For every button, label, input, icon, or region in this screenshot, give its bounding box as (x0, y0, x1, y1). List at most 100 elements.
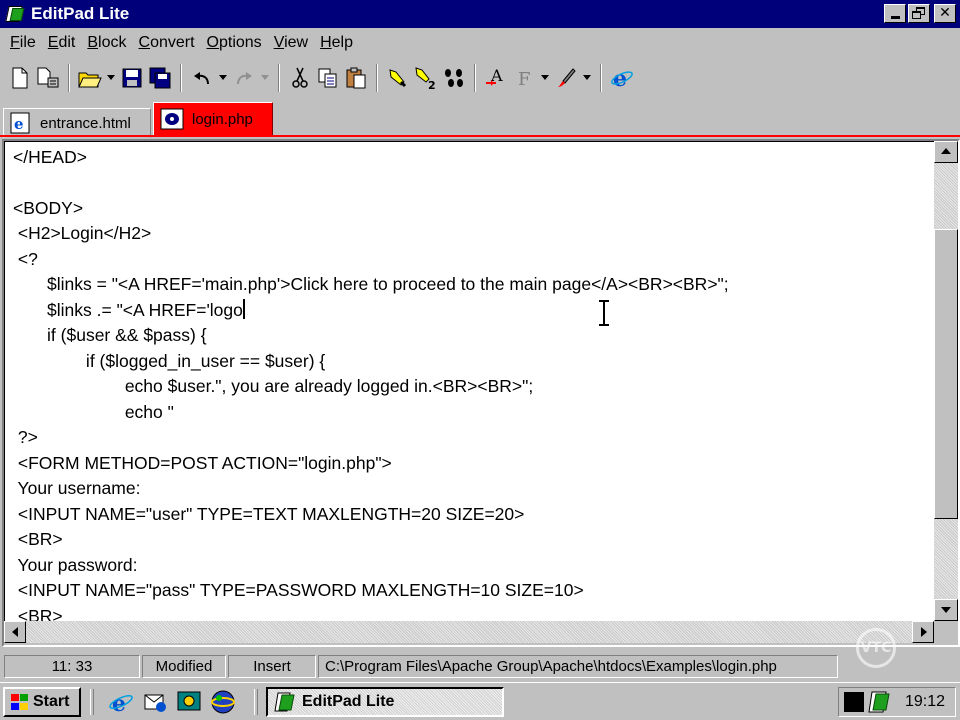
vertical-scrollbar[interactable] (934, 141, 958, 621)
paintbrush-icon (558, 68, 576, 87)
new-from-template-button[interactable] (34, 64, 62, 92)
insert-mode-indicator: Insert (228, 655, 316, 678)
scroll-right-button[interactable] (912, 621, 934, 643)
start-button[interactable]: Start (3, 687, 81, 717)
title-bar[interactable]: EditPad Lite ✕ (0, 0, 960, 28)
open-file-button[interactable] (76, 64, 104, 92)
code-line: <BR> (13, 529, 63, 549)
minimize-icon (891, 16, 900, 19)
undo-dropdown-button[interactable] (216, 64, 230, 92)
font-button[interactable]: F (510, 64, 538, 92)
code-editor[interactable]: </HEAD> <BODY> <H2>Login</H2> <? $links … (4, 141, 934, 621)
cut-button[interactable] (286, 64, 314, 92)
menu-convert[interactable]: Convert (133, 34, 201, 52)
code-line: </HEAD> (13, 147, 87, 167)
redo-button[interactable] (230, 64, 258, 92)
horizontal-scrollbar[interactable] (4, 621, 934, 643)
editpad-app-icon[interactable] (5, 5, 25, 23)
toolbar: 2 A F e (0, 58, 960, 98)
tab-label: login.php (192, 110, 253, 128)
scissors-icon (292, 67, 308, 88)
paste-button[interactable] (342, 64, 370, 92)
ibeam-cursor-icon (599, 300, 609, 326)
tab-entrance-html[interactable]: e entrance.html (3, 108, 151, 138)
menu-edit[interactable]: Edit (42, 34, 82, 52)
toolbar-separator (180, 64, 182, 92)
color-button[interactable] (552, 64, 580, 92)
code-line: <? (13, 249, 38, 269)
replace-button[interactable] (440, 64, 468, 92)
arrow-left-icon (12, 627, 18, 637)
redo-dropdown-button[interactable] (258, 64, 272, 92)
black-square-tray-icon[interactable] (843, 691, 865, 713)
close-icon: ✕ (939, 5, 951, 21)
clock[interactable]: 19:12 (905, 693, 945, 711)
editpad-tray-icon[interactable] (867, 691, 891, 713)
close-button[interactable]: ✕ (934, 4, 956, 23)
new-file-icon (12, 67, 28, 89)
save-icon (122, 68, 142, 88)
paste-icon (346, 67, 366, 89)
save-button[interactable] (118, 64, 146, 92)
scroll-left-button[interactable] (4, 621, 26, 643)
preview-in-browser-button[interactable]: e (608, 64, 636, 92)
code-line: <H2>Login</H2> (13, 223, 152, 243)
find-next-icon: 2 (415, 67, 436, 90)
svg-text:F: F (518, 69, 531, 89)
file-tabs: e entrance.html login.php (0, 100, 960, 138)
toolbar-separator (278, 64, 280, 92)
find-button[interactable] (384, 64, 412, 92)
arrow-up-icon (941, 148, 951, 154)
file-path: C:\Program Files\Apache Group\Apache\htd… (318, 655, 838, 678)
code-line: Your username: (13, 478, 141, 498)
code-line: echo " (13, 402, 174, 422)
quicklaunch-ie-button[interactable]: e (108, 689, 134, 717)
font-size-button[interactable]: A (482, 64, 510, 92)
menu-view[interactable]: View (268, 34, 314, 52)
code-line-current: $links .= "<A HREF='logo (13, 297, 245, 323)
code-line: Your password: (13, 555, 138, 575)
arrow-down-icon (941, 607, 951, 613)
restore-button[interactable] (908, 4, 930, 23)
new-file-button[interactable] (6, 64, 34, 92)
svg-text:2: 2 (428, 79, 436, 90)
watermark-logo: VTC (856, 628, 896, 668)
modified-indicator: Modified (142, 655, 226, 678)
vertical-scroll-thumb[interactable] (934, 229, 958, 519)
open-dropdown-button[interactable] (104, 64, 118, 92)
code-line: <BR> (13, 606, 63, 621)
code-line: <INPUT NAME="pass" TYPE=PASSWORD MAXLENG… (13, 580, 584, 600)
undo-icon (194, 72, 209, 85)
save-all-icon (149, 67, 171, 89)
find-next-button[interactable]: 2 (412, 64, 440, 92)
new-template-icon (37, 67, 59, 88)
toolbar-separator (376, 64, 378, 92)
taskbar-editpad-button[interactable]: EditPad Lite (266, 687, 504, 717)
scroll-down-button[interactable] (934, 599, 958, 621)
tab-login-php[interactable]: login.php (153, 102, 273, 136)
quicklaunch-outlook-button[interactable] (142, 689, 168, 715)
menu-options[interactable]: Options (201, 34, 268, 52)
window-title: EditPad Lite (31, 4, 130, 23)
code-line: $links = "<A HREF='main.php'>Click here … (13, 274, 729, 294)
ie-file-icon: e (10, 112, 30, 134)
font-size-icon: A (486, 67, 503, 86)
tab-label: entrance.html (40, 114, 131, 132)
scroll-up-button[interactable] (934, 141, 958, 163)
color-dropdown-button[interactable] (580, 64, 594, 92)
editor-frame: </HEAD> <BODY> <H2>Login</H2> <? $links … (2, 139, 960, 647)
undo-button[interactable] (188, 64, 216, 92)
font-dropdown-button[interactable] (538, 64, 552, 92)
footprints-icon (445, 69, 463, 87)
current-line-text: $links .= "<A HREF='logo (13, 300, 243, 320)
menu-help[interactable]: Help (314, 34, 359, 52)
quicklaunch-channels-button[interactable] (210, 689, 236, 715)
minimize-button[interactable] (884, 4, 906, 23)
menu-file[interactable]: File (4, 34, 42, 52)
menu-block[interactable]: Block (81, 34, 132, 52)
copy-button[interactable] (314, 64, 342, 92)
windows-logo-icon (9, 693, 29, 711)
quicklaunch-desktop-button[interactable] (176, 689, 202, 715)
save-all-button[interactable] (146, 64, 174, 92)
flashlight-icon (389, 69, 407, 88)
